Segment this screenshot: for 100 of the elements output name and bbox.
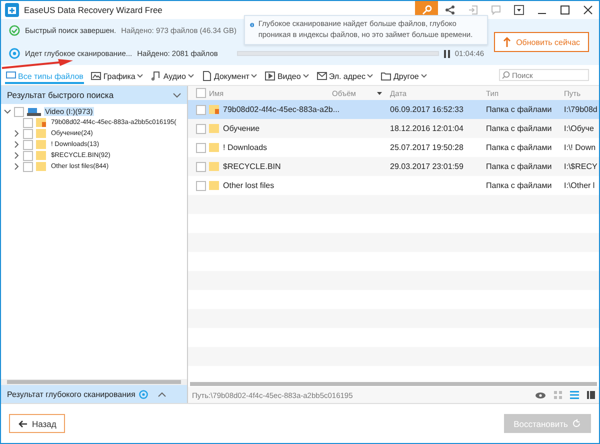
arrow-up-icon	[503, 37, 512, 47]
music-note-icon	[151, 71, 162, 81]
drive-icon	[27, 106, 41, 116]
checkbox[interactable]	[196, 124, 206, 134]
chevron-down-icon[interactable]	[4, 108, 11, 115]
table-cell: 25.07.2017 19:50:28	[390, 143, 464, 152]
table-cell: Папка с файлами	[486, 181, 552, 190]
table-cell: Обучение	[223, 124, 260, 133]
table-cell: Папка с файлами	[486, 105, 552, 114]
share-icon	[444, 5, 454, 15]
chevron-right-icon[interactable]	[13, 130, 20, 137]
search-icon	[502, 71, 510, 79]
folder-icon	[36, 128, 47, 139]
chevron-right-icon[interactable]	[13, 141, 20, 148]
annotation-arrow-drawing	[1, 59, 73, 69]
pause-icon[interactable]	[444, 50, 450, 58]
dropdown-icon	[514, 5, 524, 15]
scan-icon	[9, 48, 20, 59]
panel-header[interactable]: Результат глубокого сканирования	[1, 385, 187, 403]
checkbox[interactable]	[23, 118, 33, 128]
scan-icon	[139, 390, 148, 398]
video-icon	[265, 71, 276, 81]
window-title: EaseUS Data Recovery Wizard Free	[24, 5, 162, 15]
speech-bubble-icon	[490, 5, 500, 15]
maximize-icon	[560, 5, 570, 15]
panel-title: Результат быстрого поиска	[7, 90, 114, 100]
refresh-icon	[572, 419, 581, 428]
folder-icon	[36, 117, 47, 128]
minimize-icon	[538, 12, 546, 14]
table-row[interactable]: ! Downloads 25.07.2017 19:50:28 Папка с файлами I:\! Down	[188, 138, 599, 157]
chevron-right-icon[interactable]	[13, 163, 20, 170]
caret-icon	[188, 74, 194, 78]
table-cell: ! Downloads	[223, 143, 268, 152]
table-cell: I:\Other l	[564, 181, 595, 190]
filter-tab[interactable]: Документ	[200, 70, 258, 84]
table-cell: 18.12.2016 12:01:04	[390, 124, 464, 133]
folder-icon	[209, 142, 220, 153]
chevron-right-icon[interactable]	[13, 152, 20, 159]
folder-icon	[209, 104, 220, 115]
sort-arrow-icon	[377, 92, 382, 94]
filter-tab[interactable]: Видео	[264, 70, 310, 84]
panel-view-icon[interactable]	[587, 391, 595, 399]
checkbox[interactable]	[23, 140, 33, 150]
checkbox[interactable]	[196, 180, 206, 190]
table-cell: $RECYCLE.BIN	[223, 162, 281, 171]
scrollbar[interactable]	[1, 379, 187, 385]
checkbox[interactable]	[14, 106, 24, 116]
table-row[interactable]: Обучение 18.12.2016 12:01:04 Папка с файлами I:\Обуче	[188, 119, 599, 138]
panel-title: Результат глубокого сканирования	[7, 390, 136, 398]
table-cell: I:\$RECY	[564, 162, 598, 171]
caret-icon	[251, 74, 258, 78]
folder-icon	[209, 161, 220, 172]
document-icon	[202, 71, 212, 81]
table-cell: I:\! Down	[564, 143, 596, 152]
folder-icon	[381, 71, 392, 81]
checkbox[interactable]	[23, 150, 33, 160]
filter-tab[interactable]: Эл. адрес	[316, 70, 374, 84]
chevron-down-icon	[173, 92, 181, 98]
table-cell: Папка с файлами	[486, 143, 552, 152]
table-cell: 29.03.2017 23:01:59	[390, 162, 464, 171]
caret-icon	[367, 74, 374, 78]
table-cell: 06.09.2017 16:52:33	[390, 105, 464, 114]
folder-icon	[36, 150, 47, 161]
caret-icon	[302, 74, 309, 78]
check-circle-icon	[9, 25, 20, 36]
info-icon	[250, 21, 254, 29]
table-cell: I:\Обуче	[564, 124, 594, 133]
table-cell: Папка с файлами	[486, 162, 552, 171]
chevron-up-icon	[158, 392, 166, 396]
checkbox[interactable]	[23, 162, 33, 172]
close-icon	[582, 5, 592, 15]
caret-icon	[137, 74, 144, 78]
image-icon	[91, 71, 102, 81]
back-button[interactable]: Назад	[9, 414, 66, 433]
folder-icon	[36, 161, 47, 172]
table-row[interactable]: Other lost files Папка с файлами I:\Other l	[188, 176, 599, 195]
filter-tab[interactable]: Аудио	[150, 70, 195, 84]
checkbox[interactable]	[23, 128, 33, 138]
panel-header[interactable]: Результат быстрого поиска	[1, 86, 187, 104]
filter-tab[interactable]: Другое	[380, 70, 428, 84]
checkbox[interactable]	[196, 142, 206, 152]
eye-icon[interactable]	[535, 392, 546, 398]
folder-icon	[209, 180, 220, 191]
table-cell: I:\79b08d	[564, 105, 598, 114]
list-view-icon[interactable]	[570, 391, 579, 399]
monitor-icon	[6, 71, 16, 81]
filter-tab[interactable]: Графика	[90, 70, 144, 84]
checkbox[interactable]	[196, 162, 206, 172]
scrollbar[interactable]	[188, 381, 599, 387]
checkbox[interactable]	[196, 104, 206, 114]
grid-view-icon[interactable]	[554, 391, 562, 399]
folder-icon	[36, 139, 47, 150]
envelope-icon	[316, 71, 327, 81]
caret-icon	[420, 74, 427, 78]
arrow-left-icon	[18, 420, 27, 428]
table-cell: 79b08d02-4f4c-45ec-883a-a2b...	[223, 105, 340, 114]
table-row[interactable]: $RECYCLE.BIN 29.03.2017 23:01:59 Папка с файлами I:\$RECY	[188, 157, 599, 176]
checkbox[interactable]	[196, 88, 206, 98]
folder-icon	[209, 123, 220, 134]
table-row[interactable]: 79b08d02-4f4c-45ec-883a-a2b... 06.09.2017 16:52:33 Папка с файлами I:\79b08d	[188, 100, 599, 119]
